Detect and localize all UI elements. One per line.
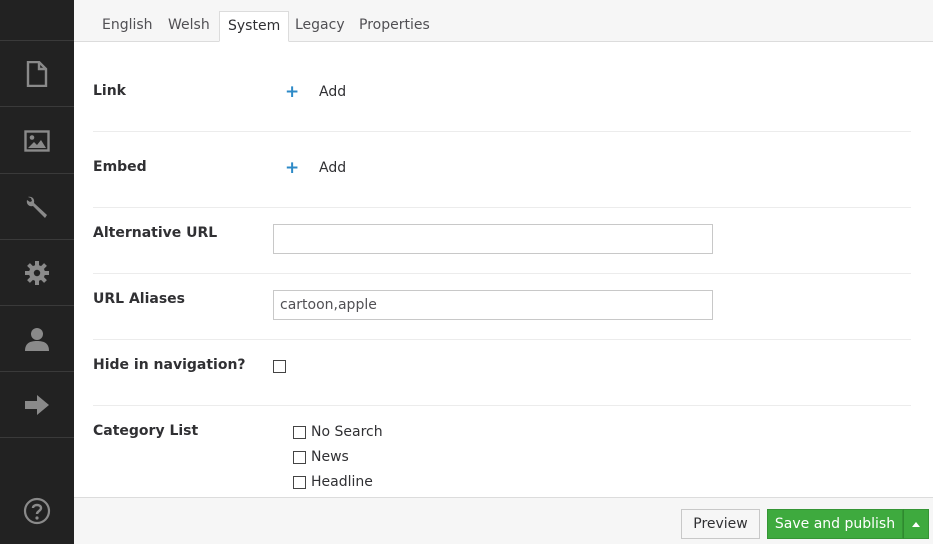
category-checkbox[interactable] [293, 425, 306, 439]
tab-system[interactable]: System [219, 11, 290, 42]
field-label-hide-in-navigation: Hide in navigation? [93, 357, 246, 373]
category-checkbox[interactable] [293, 450, 306, 464]
field-label-link: Link [93, 83, 126, 99]
field-row-link: Link + Add [93, 42, 911, 132]
preview-button[interactable]: Preview [681, 509, 760, 539]
arrow-right-icon [24, 393, 50, 417]
url-aliases-input[interactable] [273, 290, 713, 320]
category-option-label: No Search [311, 424, 383, 440]
sidebar-item-settings[interactable] [0, 240, 74, 306]
field-row-category-list: Category List No Search News Headline [93, 406, 911, 497]
tab-legacy[interactable]: Legacy [287, 11, 353, 42]
tab-properties[interactable]: Properties [351, 11, 438, 42]
sidebar-top-spacer [0, 0, 74, 41]
system-tab-content: Link + Add Embed + Add Alternative URL U… [74, 42, 933, 497]
sidebar-item-users[interactable] [0, 306, 74, 372]
field-row-alternative-url: Alternative URL [93, 208, 911, 274]
field-label-alternative-url: Alternative URL [93, 225, 218, 241]
plus-icon: + [285, 82, 300, 102]
sidebar-item-redirect[interactable] [0, 372, 74, 438]
field-label-url-aliases: URL Aliases [93, 291, 185, 307]
caret-up-icon [912, 521, 920, 527]
sidebar-item-media[interactable] [0, 108, 74, 174]
field-label-category-list: Category List [93, 423, 199, 439]
save-and-publish-button[interactable]: Save and publish [767, 509, 903, 539]
category-checkbox[interactable] [293, 475, 306, 489]
user-icon [24, 326, 50, 352]
field-row-embed: Embed + Add [93, 132, 911, 208]
link-add-label: Add [319, 84, 347, 100]
field-label-embed: Embed [93, 159, 147, 175]
hide-in-navigation-checkbox[interactable] [273, 360, 286, 373]
embed-add-label: Add [319, 160, 347, 176]
plus-icon: + [285, 158, 300, 178]
field-row-hide-in-navigation: Hide in navigation? [93, 340, 911, 406]
field-row-url-aliases: URL Aliases [93, 274, 911, 340]
category-option[interactable]: News [293, 449, 349, 465]
alternative-url-input[interactable] [273, 224, 713, 254]
help-icon [23, 497, 51, 529]
category-option[interactable]: No Search [293, 424, 383, 440]
footer-action-bar: Preview Save and publish [74, 497, 933, 544]
sidebar-help[interactable] [0, 484, 74, 542]
category-option-label: News [311, 449, 349, 465]
image-icon [24, 129, 50, 152]
wrench-icon [24, 194, 50, 220]
tab-bar: English Welsh System Legacy Properties [74, 0, 933, 42]
category-option-label: Headline [311, 474, 373, 490]
document-icon [26, 60, 48, 87]
gear-icon [24, 260, 50, 286]
link-add-button[interactable]: + Add [285, 82, 346, 102]
category-option[interactable]: Headline [293, 474, 373, 490]
tab-english[interactable]: English [94, 11, 161, 42]
sidebar-item-tools[interactable] [0, 174, 74, 240]
tab-welsh[interactable]: Welsh [160, 11, 218, 42]
save-options-toggle[interactable] [903, 509, 929, 539]
sidebar-item-content[interactable] [0, 41, 74, 107]
sidebar [0, 0, 74, 544]
embed-add-button[interactable]: + Add [285, 158, 346, 178]
